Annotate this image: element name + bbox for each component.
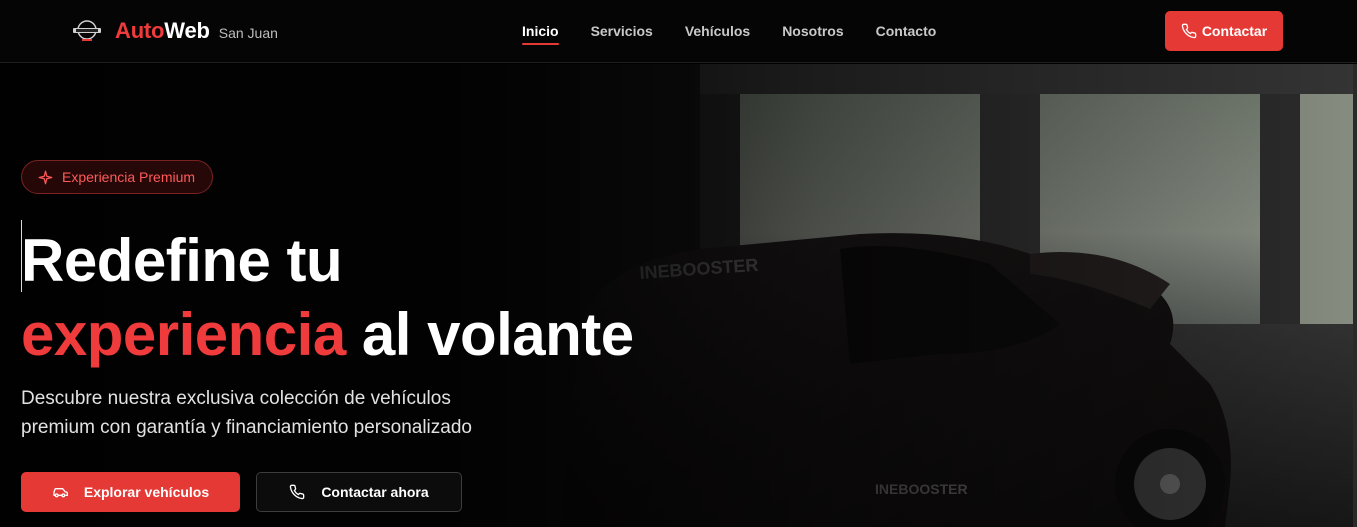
premium-badge: Experiencia Premium	[21, 160, 214, 194]
phone-icon	[290, 484, 305, 500]
nav-item-contacto[interactable]: Contacto	[876, 23, 937, 39]
nav-item-inicio[interactable]: Inicio	[522, 23, 559, 45]
headline-rest: al volante	[345, 301, 634, 368]
sparkle-icon	[38, 170, 53, 184]
hero-headline: Redefine tu experiencia al volante	[21, 224, 634, 372]
explore-vehicles-button[interactable]: Explorar vehículos	[21, 472, 240, 512]
hero-subtitle-line1: Descubre nuestra exclusiva colección de …	[21, 388, 451, 409]
explore-vehicles-label: Explorar vehículos	[83, 484, 210, 500]
headline-line1: Redefine tu	[21, 227, 343, 294]
brand-logo[interactable]: Auto Web San Juan	[72, 18, 278, 44]
main-nav: Inicio Servicios Vehículos Nosotros Cont…	[522, 23, 968, 45]
car-logo-icon	[73, 20, 101, 41]
nav-item-servicios[interactable]: Servicios	[591, 23, 653, 39]
contact-now-button[interactable]: Contactar ahora	[256, 472, 462, 512]
hero-subtitle-line2: premium con garantía y financiamiento pe…	[21, 417, 472, 438]
car-icon	[53, 488, 68, 498]
contactar-button[interactable]: Contactar	[1165, 11, 1283, 51]
contact-now-label: Contactar ahora	[321, 484, 429, 500]
contactar-label: Contactar	[1201, 23, 1268, 39]
hero-subtitle: Descubre nuestra exclusiva colección de …	[21, 384, 581, 442]
site-header: Auto Web San Juan Inicio Servicios Vehíc…	[0, 0, 1357, 63]
brand-name-web: Web	[164, 18, 210, 43]
page-scrollbar[interactable]	[1353, 64, 1357, 527]
premium-badge-label: Experiencia Premium	[62, 169, 196, 185]
brand-name-auto: Auto	[115, 18, 165, 43]
brand-city: San Juan	[218, 24, 278, 41]
hero-section: INEBOOSTER INEBOOSTER Experiencia Premiu…	[0, 64, 1357, 527]
nav-item-nosotros[interactable]: Nosotros	[782, 23, 843, 39]
phone-icon	[1181, 23, 1197, 39]
headline-accent: experiencia	[21, 301, 346, 368]
nav-item-vehiculos[interactable]: Vehículos	[685, 23, 750, 39]
